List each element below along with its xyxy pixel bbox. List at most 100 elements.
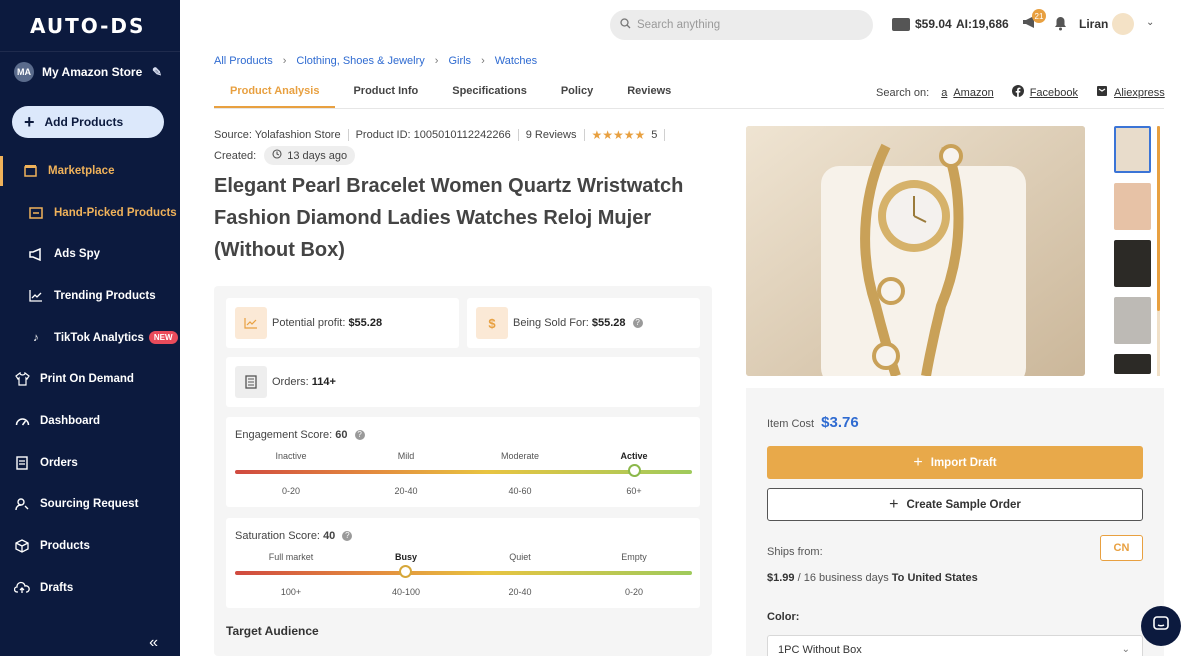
breadcrumb-item[interactable]: Girls: [448, 55, 471, 67]
cube-icon: [14, 538, 30, 554]
sidebar-item-tiktok[interactable]: ♪ TikTok Analytics NEW: [0, 317, 180, 359]
product-meta: Source: Yolafashion Store Product ID: 10…: [214, 128, 672, 142]
store-name: My Amazon Store: [42, 65, 143, 79]
shipping-info: $1.99 / 16 business days To United State…: [767, 572, 978, 584]
help-icon[interactable]: ?: [354, 430, 365, 441]
saturation-label: Saturation Score:: [235, 530, 320, 542]
sidebar-item-label: Marketplace: [48, 164, 115, 177]
rating-stars-icon: ★★★★★: [591, 128, 646, 142]
breadcrumb-item[interactable]: Clothing, Shoes & Jewelry: [296, 55, 424, 67]
purchase-panel: Item Cost $3.76 + Import Draft + Create …: [746, 388, 1164, 656]
gauge-icon: [14, 413, 30, 429]
ships-from-label: Ships from:: [767, 546, 823, 558]
sidebar-item-orders[interactable]: Orders: [0, 442, 180, 484]
thumbnail-scrollbar-thumb[interactable]: [1157, 126, 1160, 311]
saturation-gradient-bar: [235, 571, 692, 575]
product-id: Product ID: 1005010112242266: [355, 129, 511, 141]
import-draft-button[interactable]: + Import Draft: [767, 446, 1143, 479]
sidebar-item-print-on-demand[interactable]: Print On Demand: [0, 358, 180, 400]
saturation-value: 40: [323, 530, 336, 542]
tab-reviews[interactable]: Reviews: [611, 76, 687, 108]
sidebar-item-trending[interactable]: Trending Products: [0, 275, 180, 317]
saturation-level-active: Busy: [394, 552, 417, 562]
thumbnail-image[interactable]: [1114, 183, 1151, 230]
amazon-link[interactable]: a Amazon: [941, 87, 993, 99]
wallet-value: $59.04: [915, 17, 952, 31]
thumbnail-strip: [1114, 126, 1154, 384]
facebook-link[interactable]: Facebook: [1011, 85, 1078, 100]
profit-value: $55.28: [348, 317, 383, 329]
breadcrumb-item[interactable]: Watches: [495, 55, 537, 67]
engagement-level: Inactive: [275, 451, 307, 461]
tab-specifications[interactable]: Specifications: [436, 76, 543, 108]
product-main-image[interactable]: [746, 126, 1085, 376]
product-tabs: Product Analysis Product Info Specificat…: [214, 76, 687, 108]
create-sample-order-button[interactable]: + Create Sample Order: [767, 488, 1143, 521]
help-icon[interactable]: ?: [632, 318, 643, 329]
plus-icon: +: [889, 495, 899, 513]
engagement-range: 20-40: [394, 486, 418, 496]
saturation-indicator: [399, 565, 412, 578]
thumbnail-image[interactable]: [1114, 297, 1151, 344]
receipt-icon: [235, 366, 267, 398]
bell-icon[interactable]: [1054, 16, 1067, 36]
item-cost: Item Cost $3.76: [767, 414, 859, 431]
help-icon[interactable]: ?: [342, 531, 353, 542]
store-avatar: MA: [14, 62, 34, 82]
chevron-down-icon[interactable]: ⌄: [1146, 17, 1154, 28]
aliexpress-link[interactable]: Aliexpress: [1096, 85, 1165, 100]
tab-policy[interactable]: Policy: [545, 76, 609, 108]
shipping-destination: To United States: [891, 572, 978, 584]
tab-product-info[interactable]: Product Info: [337, 76, 434, 108]
thumbnail-image[interactable]: [1114, 240, 1151, 287]
divider: [583, 129, 585, 141]
sold-label: Being Sold For:: [513, 317, 589, 329]
saturation-title: Saturation Score: 40 ?: [235, 530, 353, 542]
profit-text: Potential profit: $55.28: [272, 317, 382, 329]
collapse-sidebar-icon[interactable]: «: [149, 634, 158, 652]
chat-support-button[interactable]: [1141, 606, 1181, 646]
color-select[interactable]: 1PC Without Box ⌄: [767, 635, 1143, 656]
search-icon: [620, 18, 631, 32]
chevron-right-icon: ›: [481, 55, 485, 67]
engagement-label: Engagement Score:: [235, 429, 333, 441]
tab-product-analysis[interactable]: Product Analysis: [214, 76, 336, 108]
aliexpress-icon: [1096, 85, 1108, 100]
orders-value: 114+: [311, 376, 336, 388]
sidebar-item-label: Ads Spy: [54, 248, 101, 261]
ships-from-option[interactable]: CN: [1100, 535, 1143, 561]
sidebar-item-ads-spy[interactable]: Ads Spy: [0, 233, 180, 275]
divider: [517, 129, 519, 141]
breadcrumb-item[interactable]: All Products: [214, 55, 273, 67]
rating-value: 5: [651, 129, 658, 141]
megaphone-icon: [28, 246, 44, 262]
wallet-icon: [892, 17, 910, 31]
sidebar-item-hand-picked[interactable]: Hand-Picked Products: [0, 192, 180, 234]
sidebar-item-dashboard[interactable]: Dashboard: [0, 400, 180, 442]
saturation-range: 100+: [280, 587, 302, 597]
announcements-icon[interactable]: 21: [1022, 9, 1046, 34]
created-value: 13 days ago: [287, 149, 348, 162]
ai-credits[interactable]: AI:19,686: [956, 17, 1009, 31]
add-products-button[interactable]: + Add Products: [12, 106, 164, 138]
sidebar-item-sourcing[interactable]: Sourcing Request: [0, 484, 180, 526]
sidebar-item-drafts[interactable]: Drafts: [0, 567, 180, 609]
chat-icon: [1152, 615, 1170, 638]
avatar[interactable]: [1112, 13, 1134, 35]
store-selector[interactable]: MA My Amazon Store ✎: [0, 52, 180, 92]
store-icon: [22, 163, 38, 179]
edit-icon[interactable]: ✎: [152, 65, 162, 79]
review-count[interactable]: 9 Reviews: [526, 129, 577, 141]
search-input[interactable]: Search anything: [610, 10, 873, 40]
thumbnail-image[interactable]: [1114, 126, 1151, 173]
sidebar-item-label: TikTok Analytics: [54, 331, 144, 344]
user-name[interactable]: Liran: [1079, 17, 1108, 31]
amazon-icon: a: [941, 86, 948, 99]
sidebar-item-label: Hand-Picked Products: [54, 206, 177, 219]
saturation-level: Full market: [268, 552, 314, 562]
app-logo[interactable]: AUTO-DS: [0, 0, 180, 52]
thumbnail-image[interactable]: [1114, 354, 1151, 374]
sidebar-item-marketplace[interactable]: Marketplace: [0, 150, 180, 192]
sidebar-item-products[interactable]: Products: [0, 525, 180, 567]
wallet-balance[interactable]: $59.04: [892, 17, 952, 31]
